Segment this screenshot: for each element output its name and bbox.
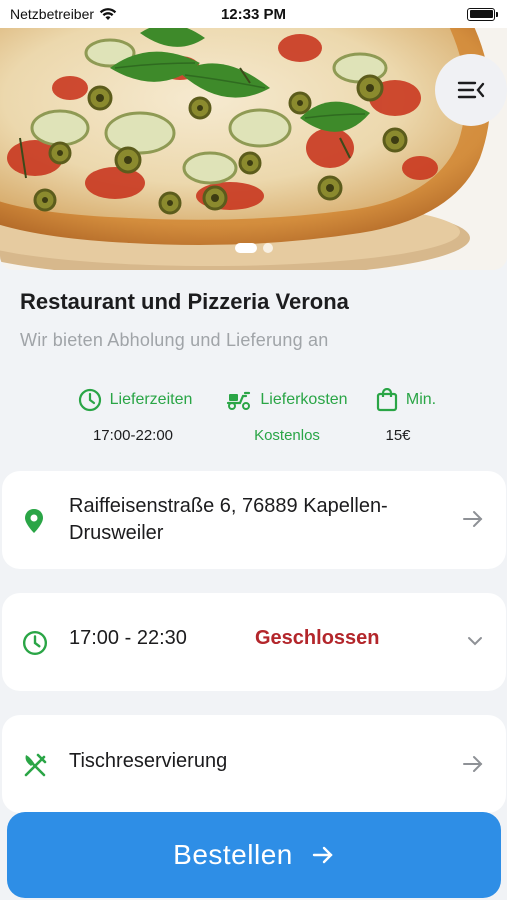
shopping-bag-icon bbox=[376, 388, 397, 412]
delivery-times-label: Lieferzeiten bbox=[109, 391, 193, 408]
delivery-info: Lieferzeiten 17:00-22:00 Lieferkosten Ko… bbox=[0, 386, 507, 456]
delivery-times: Lieferzeiten 17:00-22:00 bbox=[68, 386, 202, 444]
open-status: Geschlossen bbox=[255, 627, 380, 649]
minimum-order: Min. 15€ bbox=[370, 386, 442, 444]
delivery-cost-value: Kostenlos bbox=[254, 427, 320, 444]
carrier-name: Netzbetreiber bbox=[10, 6, 95, 22]
carousel-dot[interactable] bbox=[262, 243, 273, 253]
pizza-image bbox=[0, 28, 507, 270]
hero-image[interactable] bbox=[0, 28, 507, 270]
menu-button[interactable] bbox=[435, 54, 507, 126]
carrier-group: Netzbetreiber bbox=[10, 6, 117, 22]
chevron-down-icon[interactable] bbox=[466, 635, 484, 647]
address-text: Raiffeisenstraße 6, 76889 Kapellen-Drusw… bbox=[69, 495, 388, 544]
arrow-right-icon bbox=[463, 511, 483, 527]
carousel-dot-active[interactable] bbox=[234, 243, 257, 253]
clock-icon bbox=[78, 388, 101, 412]
address-card[interactable]: Raiffeisenstraße 6, 76889 Kapellen-Drusw… bbox=[2, 471, 506, 569]
wifi-icon bbox=[99, 8, 117, 20]
table-reservation-card[interactable]: Tischreservierung bbox=[2, 715, 506, 813]
delivery-times-value: 17:00-22:00 bbox=[92, 427, 174, 444]
order-button[interactable]: Bestellen bbox=[7, 812, 501, 898]
table-reservation-label: Tischreservierung bbox=[69, 750, 228, 772]
carousel-indicator bbox=[0, 243, 507, 253]
opening-hours-range: 17:00 - 22:30 bbox=[69, 627, 187, 649]
delivery-cost-label: Lieferkosten bbox=[260, 391, 348, 408]
delivery-cost: Lieferkosten Kostenlos bbox=[217, 386, 357, 444]
minimum-value: 15€ bbox=[385, 427, 411, 444]
status-bar: Netzbetreiber 12:33 PM bbox=[0, 0, 507, 28]
opening-hours-card[interactable]: 17:00 - 22:30 Geschlossen bbox=[2, 593, 506, 691]
battery-icon bbox=[467, 7, 498, 21]
clock-icon bbox=[22, 630, 48, 656]
restaurant-tagline: Wir bieten Abholung und Lieferung an bbox=[20, 330, 329, 350]
arrow-right-icon bbox=[312, 846, 333, 864]
cutlery-icon bbox=[24, 753, 47, 777]
restaurant-name: Restaurant und Pizzeria Verona bbox=[20, 289, 349, 314]
minimum-label: Min. bbox=[405, 391, 437, 408]
location-pin-icon bbox=[25, 509, 43, 533]
arrow-right-icon bbox=[463, 756, 483, 772]
scooter-icon bbox=[227, 391, 251, 410]
order-button-label: Bestellen bbox=[173, 839, 293, 870]
menu-collapse-icon bbox=[457, 81, 485, 99]
